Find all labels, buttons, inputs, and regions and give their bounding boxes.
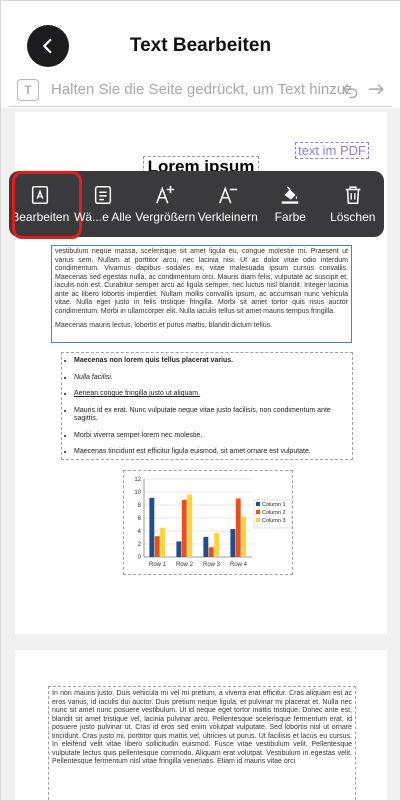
text-shrink-icon [218, 186, 237, 204]
x-tick-label: Row 2 [176, 562, 194, 568]
legend-swatch [256, 502, 260, 506]
legend-label: Column 1 [262, 502, 286, 508]
x-tick-label: Row 1 [149, 562, 167, 568]
paragraph-2-text: Maecenas mauris lectus, lobortis et puru… [55, 322, 273, 329]
color-label: Farbe [274, 210, 306, 224]
page-2-text[interactable]: In non mauris justo. Duis vehicula mi ve… [48, 686, 356, 800]
text-enlarge-icon [156, 185, 175, 204]
legend-label: Column 2 [262, 510, 286, 516]
header: Text Bearbeiten [1, 1, 400, 73]
y-tick-label: 10 [134, 490, 141, 496]
app-screen: Text Bearbeiten T Halten Sie die Seite g… [0, 0, 401, 801]
y-tick-label: 0 [138, 555, 142, 561]
list-item: Mauris id ex erat. Nunc vulputate neque … [74, 407, 348, 424]
x-tick-label: Row 4 [230, 562, 248, 568]
legend-swatch [256, 510, 260, 514]
y-tick-label: 12 [134, 477, 141, 483]
added-text-box[interactable]: text im PDF [295, 142, 369, 159]
bullet-list[interactable]: Maecenas non lorem quis tellus placerat … [61, 352, 353, 460]
list-item: Aenean congue fringilla justo ut aliquam… [74, 390, 348, 399]
redo-icon[interactable] [366, 80, 386, 100]
list-item: Maecenas non lorem quis tellus placerat … [74, 357, 348, 366]
paragraph-text: vestibulum neque massa, scelerisque sit … [55, 248, 348, 315]
enlarge-label: Vergrößern [135, 210, 196, 224]
bar-chart: 0 2 4 6 8 10 12 Row 1 Row 2 Row 3 Row 4 Column 1 Col… [134, 477, 293, 568]
text-insert-icon: T [17, 78, 39, 101]
select-all-icon [94, 186, 111, 204]
page-title: Text Bearbeiten [129, 35, 272, 56]
bar [214, 532, 220, 557]
edit-button[interactable]: Bearbeiten [9, 171, 82, 239]
enlarge-button[interactable]: Vergrößern [134, 171, 197, 237]
trash-icon [345, 186, 361, 205]
list-item: Maecenas tincidunt est efficitur ligula … [74, 448, 348, 457]
bar [230, 529, 236, 557]
hint-bar[interactable]: T Halten Sie die Seite gedrückt, um Text… [9, 73, 392, 107]
y-tick-label: 2 [138, 542, 142, 548]
y-tick-label: 8 [138, 503, 142, 509]
list-item: Nulla facilisi. [74, 374, 348, 383]
edit-toolbar: Bearbeiten Wä...e Alle Vergrößern Verkle… [9, 171, 385, 239]
selected-paragraph[interactable]: vestibulum neque massa, scelerisque sit … [51, 245, 352, 343]
delete-label: Löschen [330, 210, 376, 224]
y-tick-label: 6 [138, 516, 142, 522]
legend-swatch [256, 518, 260, 522]
shrink-button[interactable]: Verkleinern [197, 171, 260, 237]
select-all-label: Wä...e Alle [74, 210, 132, 224]
edit-text-icon [32, 186, 49, 204]
bar [235, 498, 241, 557]
bar [149, 497, 155, 557]
chart-container[interactable]: 0 2 4 6 8 10 12 Row 1 Row 2 Row 3 Row 4 Column 1 Col… [123, 470, 293, 575]
bar [187, 494, 193, 557]
bar [181, 499, 187, 557]
bar [154, 536, 160, 557]
bar [203, 536, 209, 557]
legend-label: Column 3 [262, 518, 286, 524]
paint-bucket-icon [282, 186, 299, 204]
y-tick-label: 4 [138, 529, 142, 535]
list-item: Morbi viverra semper lorem nec molestie. [74, 432, 348, 441]
color-button[interactable]: Farbe [259, 171, 322, 237]
hint-text: Halten Sie die Seite gedrückt, um Text h… [51, 81, 351, 98]
bar [176, 541, 182, 557]
delete-button[interactable]: Löschen [322, 171, 385, 237]
x-tick-label: Row 3 [203, 562, 221, 568]
bar [208, 547, 214, 557]
bar [241, 516, 247, 557]
bar [160, 527, 166, 557]
edit-label: Bearbeiten [11, 210, 70, 224]
undo-icon[interactable] [340, 80, 360, 100]
shrink-label: Verkleinern [197, 210, 258, 224]
pdf-page-2[interactable]: In non mauris justo. Duis vehicula mi ve… [15, 650, 387, 800]
select-all-button[interactable]: Wä...e Alle [72, 171, 135, 237]
